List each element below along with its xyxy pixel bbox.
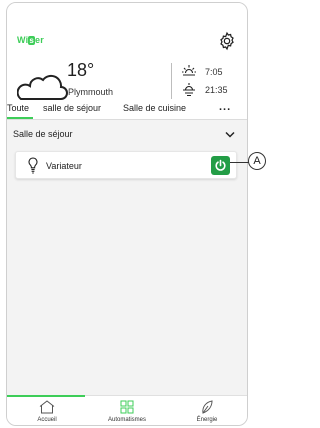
- nav-accueil[interactable]: Accueil: [7, 396, 87, 425]
- power-icon: [215, 159, 226, 171]
- tab-salle-de-sejour[interactable]: salle de séjour: [43, 103, 101, 113]
- city-label: Plymmouth: [68, 87, 114, 97]
- leaf-icon: [202, 400, 213, 414]
- nav-energie[interactable]: Énergie: [167, 396, 247, 425]
- sunrise-time: 7:05: [205, 67, 223, 77]
- nav-label-automatismes: Automatismes: [107, 417, 146, 423]
- nav-automatismes[interactable]: Automatismes: [87, 396, 167, 425]
- sunrise-icon: [182, 65, 196, 76]
- tab-salle-de-cuisine[interactable]: Salle de cuisine: [123, 103, 186, 113]
- phone-frame: Wiser 18° Plymmouth 7:05 21:35 Toute sal…: [6, 2, 248, 426]
- grid-icon: [120, 400, 134, 414]
- wiser-logo: Wiser: [17, 35, 44, 45]
- callout-marker: A: [248, 152, 266, 170]
- temperature: 18°: [67, 60, 95, 80]
- bottom-nav: Accueil Automatismes Énergie: [7, 395, 247, 425]
- header: Wiser 18° Plymmouth 7:05 21:35 Toute sal…: [7, 3, 247, 119]
- power-button[interactable]: [211, 156, 230, 175]
- room-tabs: Toute salle de séjour Salle de cuisine .…: [7, 101, 247, 119]
- lightbulb-icon: [28, 157, 38, 174]
- nav-label-energie: Énergie: [196, 417, 218, 423]
- sunset-icon: [183, 83, 195, 96]
- tab-toute[interactable]: Toute: [7, 103, 29, 113]
- device-label: Variateur: [46, 161, 82, 171]
- home-icon: [39, 400, 55, 414]
- section-header-salle-de-sejour[interactable]: Salle de séjour: [7, 119, 247, 147]
- device-card-variateur[interactable]: Variateur: [15, 151, 237, 179]
- callout-line: [230, 162, 250, 163]
- section-title: Salle de séjour: [13, 129, 73, 139]
- nav-label-accueil: Accueil: [37, 417, 57, 423]
- gear-icon[interactable]: [217, 31, 237, 51]
- sunset-time: 21:35: [205, 85, 228, 95]
- chevron-down-icon: [225, 131, 235, 138]
- more-tabs-button[interactable]: ...: [219, 101, 231, 113]
- weather-divider: [171, 63, 172, 99]
- cloud-icon: [17, 74, 68, 100]
